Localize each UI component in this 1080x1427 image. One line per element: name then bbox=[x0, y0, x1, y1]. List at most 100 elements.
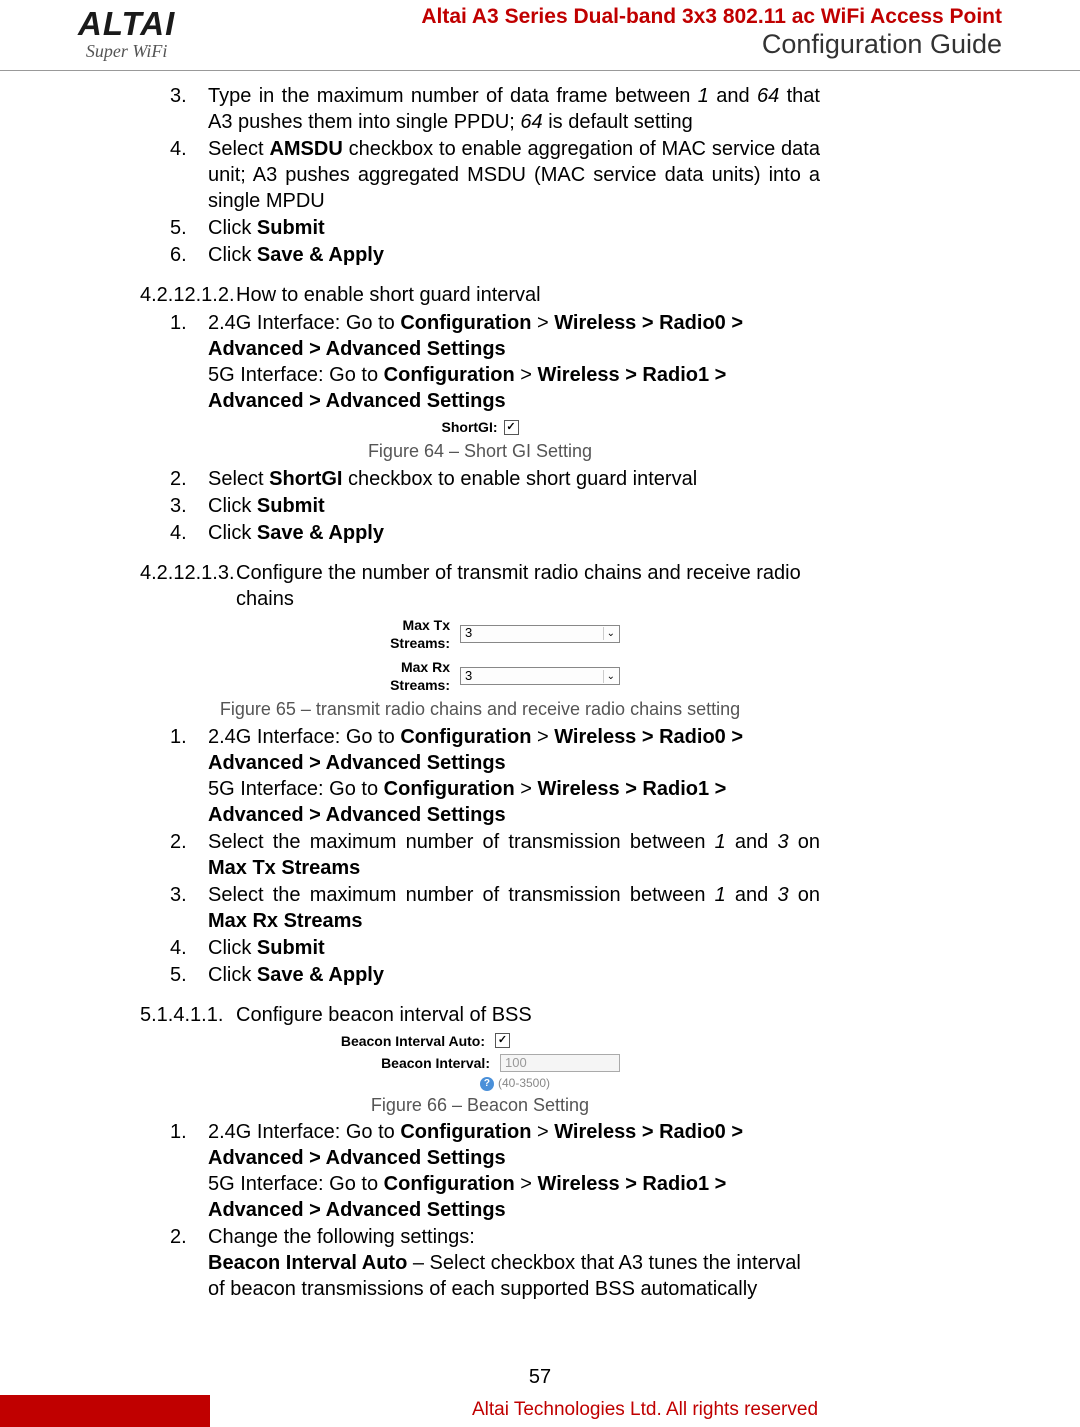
item-number: 2. bbox=[170, 829, 187, 855]
figure-label: Beacon Interval Auto: bbox=[335, 1032, 485, 1050]
text-em: 3 bbox=[777, 831, 788, 853]
text: Change the following settings: bbox=[208, 1226, 475, 1248]
figure-label: ShortGI: bbox=[442, 418, 498, 436]
figure-caption: Figure 64 – Short GI Setting bbox=[140, 440, 820, 463]
list-item: 6. Click Save & Apply bbox=[170, 242, 820, 268]
text: 2.4G Interface: Go to bbox=[208, 312, 400, 334]
text: is default setting bbox=[543, 111, 693, 133]
section-heading: 4.2.12.1.3.Configure the number of trans… bbox=[140, 560, 820, 612]
text-bold: Save & Apply bbox=[257, 964, 384, 986]
help-icon: ? bbox=[480, 1077, 494, 1091]
text-em: 1 bbox=[698, 85, 709, 107]
list-item: 4. Select AMSDU checkbox to enable aggre… bbox=[170, 136, 820, 214]
text-bold: Max Rx Streams bbox=[208, 910, 363, 932]
list-item: 5. Click Submit bbox=[170, 215, 820, 241]
page-header: ALTAI Super WiFi Altai A3 Series Dual-ba… bbox=[0, 0, 1080, 71]
text-bold: ShortGI bbox=[269, 468, 342, 490]
text-em: 1 bbox=[715, 831, 726, 853]
figure-caption: Figure 66 – Beacon Setting bbox=[140, 1094, 820, 1117]
list-item: 4. Click Save & Apply bbox=[170, 520, 820, 546]
text-bold: Submit bbox=[257, 495, 325, 517]
text: Click bbox=[208, 522, 257, 544]
text-em: 64 bbox=[520, 111, 542, 133]
footer-text: Altai Technologies Ltd. All rights reser… bbox=[210, 1395, 1080, 1427]
select-value: 3 bbox=[465, 625, 472, 642]
logo-subtext: Super WiFi bbox=[86, 41, 168, 62]
text: on bbox=[789, 884, 820, 906]
page-number: 57 bbox=[0, 1366, 1080, 1395]
text: 5G Interface: Go to bbox=[208, 778, 384, 800]
text-em: 1 bbox=[715, 884, 726, 906]
text: > bbox=[515, 778, 538, 800]
list-item: 3. Click Submit bbox=[170, 493, 820, 519]
doc-title: Altai A3 Series Dual-band 3x3 802.11 ac … bbox=[421, 5, 1002, 29]
section-title: How to enable short guard interval bbox=[236, 282, 816, 308]
text: checkbox to enable short guard interval bbox=[343, 468, 698, 490]
text: Select bbox=[208, 468, 269, 490]
shortgi-checkbox[interactable]: ✓ bbox=[504, 420, 519, 435]
chevron-down-icon: ⌄ bbox=[603, 670, 615, 683]
section-number: 4.2.12.1.2. bbox=[140, 282, 236, 308]
figure-label: Max Rx Streams: bbox=[340, 658, 450, 694]
item-number: 3. bbox=[170, 83, 187, 109]
text: > bbox=[515, 364, 538, 386]
item-number: 2. bbox=[170, 466, 187, 492]
select-value: 3 bbox=[465, 668, 472, 685]
text-bold: Submit bbox=[257, 937, 325, 959]
logo: ALTAI Super WiFi bbox=[78, 5, 175, 62]
text-em: 64 bbox=[757, 85, 779, 107]
list-item: 2. Change the following settings: Beacon… bbox=[170, 1224, 820, 1302]
text-bold: Save & Apply bbox=[257, 522, 384, 544]
text-bold: Configuration bbox=[400, 726, 531, 748]
list-section-b: 1. 2.4G Interface: Go to Configuration >… bbox=[140, 310, 820, 414]
figure-label: Beacon Interval: bbox=[340, 1054, 490, 1072]
list-section-d: 1. 2.4G Interface: Go to Configuration >… bbox=[140, 1119, 820, 1302]
item-number: 4. bbox=[170, 520, 187, 546]
beacon-auto-checkbox[interactable]: ✓ bbox=[495, 1033, 510, 1048]
text: > bbox=[531, 726, 554, 748]
figure-beacon-auto: Beacon Interval Auto: ✓ bbox=[140, 1032, 820, 1050]
list-item: 1. 2.4G Interface: Go to Configuration >… bbox=[170, 1119, 820, 1223]
item-number: 1. bbox=[170, 724, 187, 750]
text-bold: Configuration bbox=[384, 364, 515, 386]
item-number: 3. bbox=[170, 493, 187, 519]
text-bold: Save & Apply bbox=[257, 244, 384, 266]
figure-label: Max Tx Streams: bbox=[340, 616, 450, 652]
section-title: Configure beacon interval of BSS bbox=[236, 1002, 816, 1028]
item-number: 1. bbox=[170, 1119, 187, 1145]
list-section-c: 1. 2.4G Interface: Go to Configuration >… bbox=[140, 724, 820, 988]
max-tx-streams-select[interactable]: 3⌄ bbox=[460, 625, 620, 643]
item-number: 3. bbox=[170, 882, 187, 908]
text: Click bbox=[208, 964, 257, 986]
text: 2.4G Interface: Go to bbox=[208, 1121, 400, 1143]
text-bold: AMSDU bbox=[269, 138, 342, 160]
beacon-interval-input[interactable]: 100 bbox=[500, 1054, 620, 1072]
list-section-b-2: 2. Select ShortGI checkbox to enable sho… bbox=[140, 466, 820, 546]
text-bold: Configuration bbox=[400, 1121, 531, 1143]
text: and bbox=[709, 85, 757, 107]
item-number: 4. bbox=[170, 935, 187, 961]
text: Click bbox=[208, 495, 257, 517]
text: Select bbox=[208, 138, 269, 160]
hint-text: (40-3500) bbox=[498, 1076, 550, 1092]
max-rx-streams-select[interactable]: 3⌄ bbox=[460, 667, 620, 685]
figure-beacon-hint: ? (40-3500) bbox=[210, 1076, 820, 1092]
figure-beacon-interval: Beacon Interval: 100 bbox=[140, 1054, 820, 1072]
list-item: 1. 2.4G Interface: Go to Configuration >… bbox=[170, 724, 820, 828]
section-number: 5.1.4.1.1. bbox=[140, 1002, 236, 1028]
text-em: 3 bbox=[777, 884, 788, 906]
text: Type in the maximum number of data frame… bbox=[208, 85, 698, 107]
text: 2.4G Interface: Go to bbox=[208, 726, 400, 748]
text-bold: Submit bbox=[257, 217, 325, 239]
text: Click bbox=[208, 217, 257, 239]
item-number: 6. bbox=[170, 242, 187, 268]
list-item: 3. Type in the maximum number of data fr… bbox=[170, 83, 820, 135]
text-bold: Configuration bbox=[384, 1173, 515, 1195]
list-item: 2. Select ShortGI checkbox to enable sho… bbox=[170, 466, 820, 492]
text: > bbox=[515, 1173, 538, 1195]
text: and bbox=[726, 831, 778, 853]
section-heading: 4.2.12.1.2.How to enable short guard int… bbox=[140, 282, 820, 308]
text: and bbox=[726, 884, 778, 906]
logo-text: ALTAI bbox=[78, 5, 175, 43]
figure-caption: Figure 65 – transmit radio chains and re… bbox=[140, 698, 820, 721]
